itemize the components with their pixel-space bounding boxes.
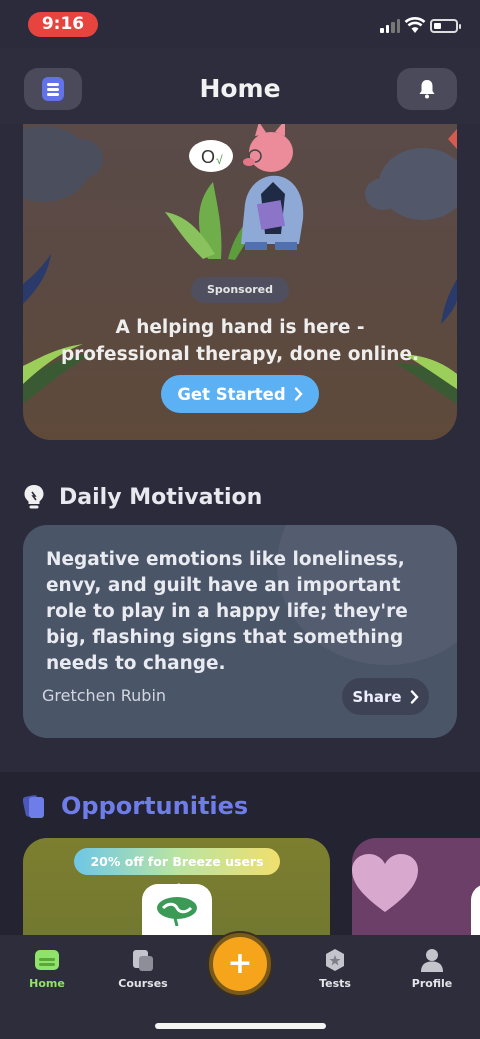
opportunity-card[interactable]: 20% off for Breeze users only!	[23, 838, 330, 936]
bottom-nav: Home Courses + Tests Profile	[0, 933, 480, 1039]
opportunities-heading: Opportunities	[23, 792, 248, 820]
scroll-content[interactable]: O √ Sponsored A helping hand is here - p…	[0, 124, 480, 936]
battery-icon	[430, 19, 458, 33]
quote-text: Negative emotions like loneliness, envy,…	[46, 549, 408, 674]
banner-headline-line1: A helping hand is here -	[115, 317, 365, 338]
get-started-button[interactable]: Get Started	[161, 375, 319, 413]
svg-text:O: O	[201, 147, 215, 167]
quote-card: Negative emotions like loneliness, envy,…	[23, 525, 457, 738]
partner-logo	[471, 884, 480, 936]
status-time: 9:16	[28, 12, 98, 37]
banner-headline-line2: professional therapy, done online.	[60, 344, 420, 365]
nav-profile-label: Profile	[411, 977, 453, 990]
opportunity-card[interactable]	[352, 838, 480, 936]
hands-leaf-icon	[157, 897, 197, 926]
nav-courses[interactable]: Courses	[103, 947, 183, 990]
profile-icon	[421, 949, 443, 972]
wifi-icon	[404, 17, 426, 33]
home-indicator	[155, 1023, 326, 1029]
tests-icon	[326, 949, 344, 971]
nav-tests[interactable]: Tests	[295, 947, 375, 990]
quote-author: Gretchen Rubin	[42, 686, 167, 705]
status-bar: 9:16	[0, 0, 480, 48]
notifications-button[interactable]	[397, 68, 457, 110]
lightbulb-icon	[24, 485, 44, 509]
nav-home-label: Home	[29, 977, 65, 990]
nav-profile[interactable]: Profile	[392, 947, 472, 990]
partner-logo	[142, 884, 212, 936]
share-button[interactable]: Share	[342, 678, 429, 715]
cellular-signal-icon	[380, 19, 400, 33]
battery-nub	[459, 24, 461, 29]
daily-motivation-heading: Daily Motivation	[23, 484, 262, 510]
bell-icon	[419, 80, 435, 99]
heart-icon	[352, 854, 418, 912]
promo-badge: 20% off for Breeze users only!	[74, 848, 280, 896]
cards-icon	[23, 795, 44, 818]
top-header: Home	[0, 48, 480, 124]
opportunities-title: Opportunities	[61, 792, 249, 820]
nav-tests-label: Tests	[319, 977, 351, 990]
home-icon	[35, 950, 59, 970]
sponsored-banner[interactable]: O √ Sponsored A helping hand is here - p…	[23, 124, 457, 440]
daily-motivation-title: Daily Motivation	[59, 484, 263, 510]
share-label: Share	[352, 687, 402, 706]
nav-courses-label: Courses	[118, 977, 168, 990]
chevron-right-icon	[294, 387, 303, 401]
svg-text:√: √	[216, 153, 223, 167]
sponsored-badge: Sponsored	[191, 277, 289, 303]
plus-icon: +	[227, 946, 253, 981]
chevron-right-icon	[410, 689, 419, 704]
banner-headline: A helping hand is here - professional th…	[23, 314, 457, 368]
add-button[interactable]: +	[209, 933, 271, 995]
courses-icon	[133, 950, 153, 971]
nav-home[interactable]: Home	[7, 947, 87, 990]
get-started-label: Get Started	[177, 384, 286, 404]
